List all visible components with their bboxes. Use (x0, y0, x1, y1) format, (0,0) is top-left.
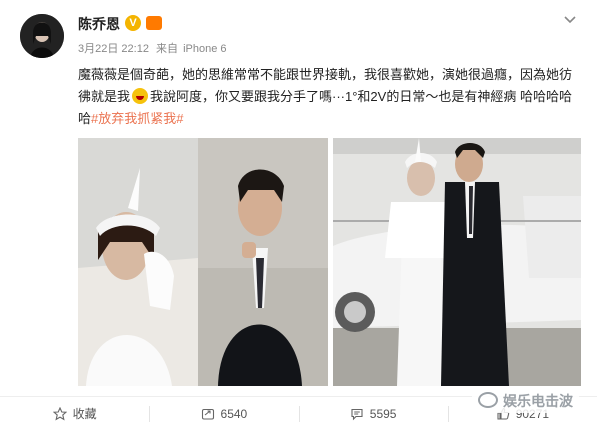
comment-count: 5595 (369, 406, 397, 421)
chevron-down-icon[interactable] (563, 12, 577, 26)
favorite-label: 收藏 (72, 407, 97, 421)
repost-icon (201, 407, 215, 421)
laughing-emoji-icon (132, 88, 149, 104)
action-separator (298, 406, 300, 422)
username[interactable]: 陈乔恩 (78, 14, 120, 34)
post-timestamp: 3月22日 22:12 (78, 43, 149, 55)
post-photo-1[interactable] (78, 138, 328, 386)
repost-button[interactable]: 6540 (149, 397, 298, 430)
action-separator (447, 406, 449, 422)
source-prefix: 来自 (156, 43, 178, 55)
vip-badge-icon: V (125, 15, 141, 31)
star-icon (52, 406, 67, 421)
action-separator (149, 406, 151, 422)
repost-count: 6540 (220, 406, 248, 421)
post-meta: 3月22日 22:12 来自 iPhone 6 (78, 40, 227, 56)
avatar[interactable] (20, 14, 64, 58)
wechat-icon (478, 392, 498, 408)
comment-button[interactable]: 5595 (298, 397, 448, 430)
comment-icon (350, 407, 364, 421)
post-source[interactable]: iPhone 6 (183, 43, 226, 55)
watermark-text: 娱乐电击波 (503, 393, 573, 409)
member-crown-icon (146, 16, 162, 30)
post-photo-2[interactable] (333, 138, 581, 386)
watermark: 娱乐电击波 (472, 389, 579, 413)
favorite-button[interactable]: 收藏 (0, 397, 149, 430)
hashtag-link[interactable]: #放弃我抓紧我# (91, 111, 183, 126)
post-text: 魔薇薇是個奇葩，她的思維常常不能跟世界接軌，我很喜歡她，演她很過癮，因為她彷彿就… (78, 64, 578, 130)
